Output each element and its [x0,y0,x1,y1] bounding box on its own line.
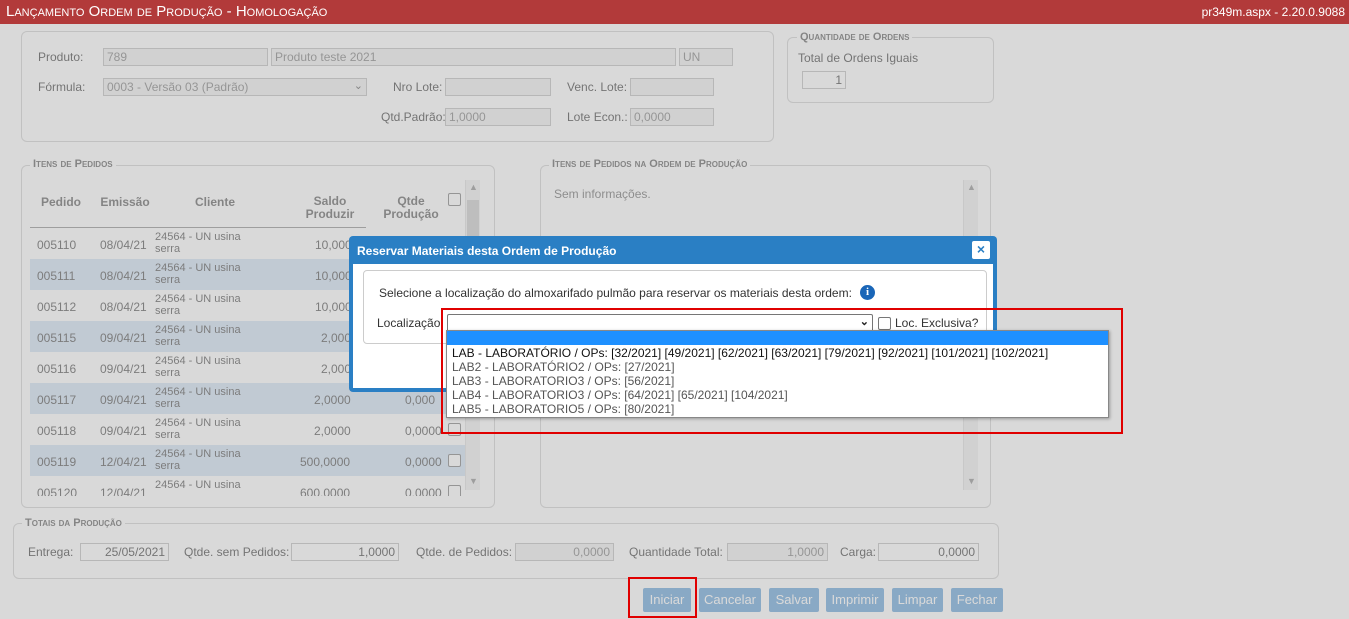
annotation-box-iniciar [628,577,697,618]
annotation-box-dropdown [441,308,1123,434]
dialog-instruction: Selecione a localização do almoxarifado … [379,286,852,300]
title-bar: Lançamento Ordem de Produção - Homologaç… [0,0,1349,24]
page-title: Lançamento Ordem de Produção - Homologaç… [6,3,328,20]
localizacao-label: Localização: [377,316,444,330]
dialog-title: Reservar Materiais desta Ordem de Produç… [357,244,617,258]
info-icon[interactable]: i [860,285,875,300]
close-icon[interactable]: × [972,241,990,259]
version-label: pr349m.aspx - 2.20.0.9088 [1201,5,1345,19]
